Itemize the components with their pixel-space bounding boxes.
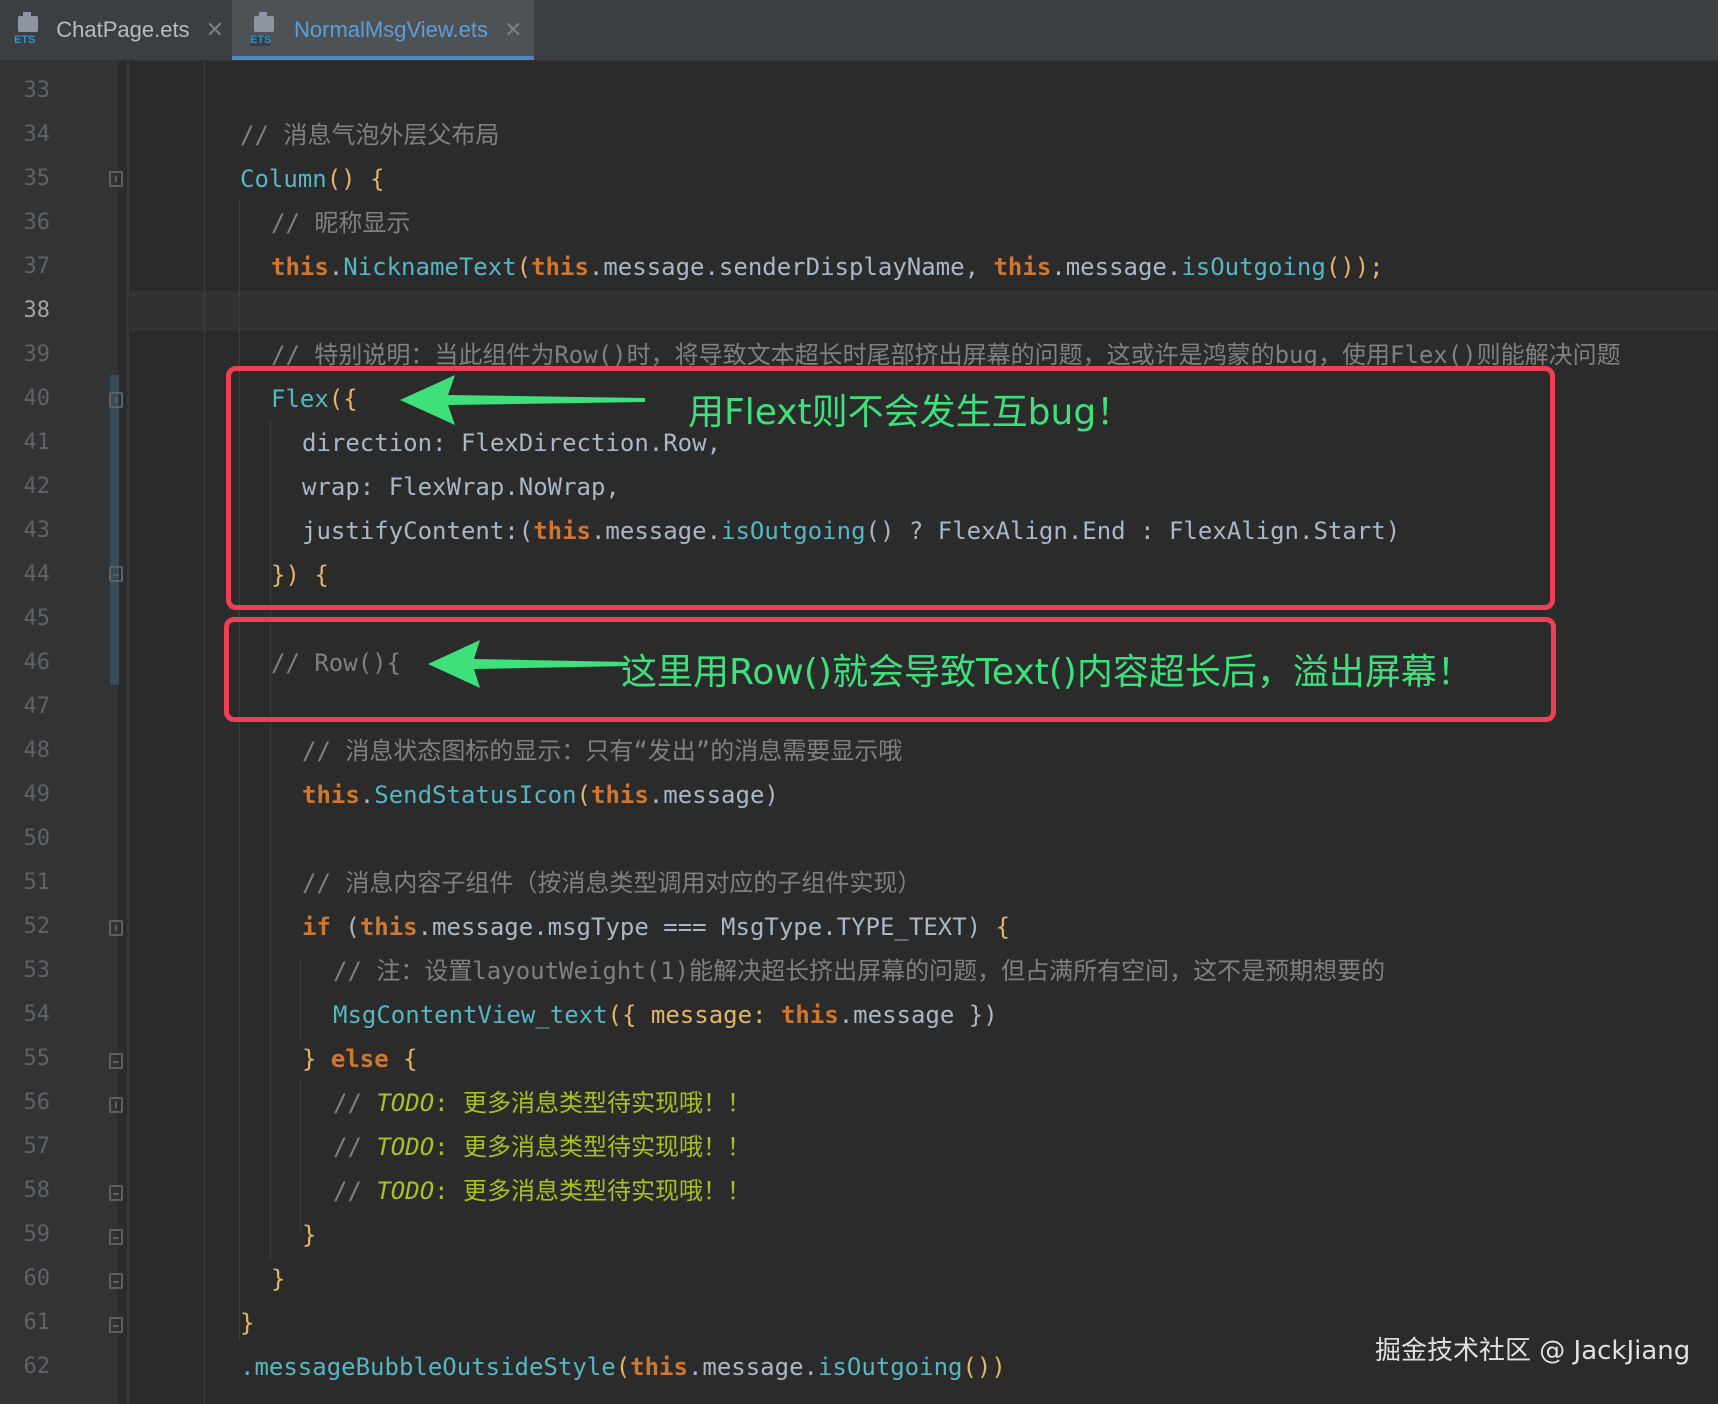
line-number[interactable]: 59 [0, 1215, 51, 1255]
line-number[interactable]: 54 [0, 995, 51, 1035]
tab-label: ChatPage.ets [56, 17, 190, 42]
line-number[interactable]: 43 [0, 511, 51, 551]
line-number[interactable]: 57 [0, 1127, 51, 1167]
close-icon[interactable]: ✕ [206, 17, 224, 43]
line-number[interactable]: 56 [0, 1083, 51, 1123]
vcs-change-marker[interactable] [110, 375, 119, 685]
code-line-36: // 昵称显示 [271, 209, 411, 237]
close-icon[interactable]: ✕ [504, 17, 522, 43]
code-line-55: } else { [302, 1045, 418, 1073]
line-number[interactable]: 34 [0, 115, 51, 155]
ets-file-icon: ETS [14, 12, 42, 46]
editor-tab-bar: ETS ChatPage.ets ✕ ETS NormalMsgView.ets… [0, 0, 1718, 61]
code-line-54: MsgContentView_text({ message: this.mess… [333, 1001, 998, 1029]
code-line-57: // TODO: 更多消息类型待实现哦！！ [333, 1133, 752, 1161]
code-line-49: this.SendStatusIcon(this.message) [302, 781, 779, 809]
code-line-60: } [271, 1265, 286, 1293]
code-line-52: if (this.message.msgType === MsgType.TYP… [302, 913, 1011, 941]
line-number[interactable]: 46 [0, 643, 51, 683]
indent-guide [204, 61, 205, 1404]
line-number[interactable]: 58 [0, 1171, 51, 1211]
line-number[interactable]: 42 [0, 467, 51, 507]
tab-label: NormalMsgView.ets [294, 17, 488, 42]
line-number[interactable]: 49 [0, 775, 51, 815]
fold-marker-icon[interactable] [109, 1229, 123, 1245]
fold-marker-icon[interactable] [109, 1185, 123, 1201]
code-line-35: Column() { [240, 165, 385, 193]
watermark: 掘金技术社区 @ JackJiang [1375, 1336, 1691, 1366]
line-number[interactable]: 41 [0, 423, 51, 463]
line-number[interactable]: 51 [0, 863, 51, 903]
code-line-48: // 消息状态图标的显示：只有“发出”的消息需要显示哦 [302, 737, 903, 765]
line-number[interactable]: 61 [0, 1303, 51, 1343]
line-number[interactable]: 38 [0, 291, 51, 331]
row-annotation: 这里用Row()就会导致Text()内容超长后，溢出屏幕！ [621, 652, 1473, 693]
tab-normalmsgview[interactable]: ETS NormalMsgView.ets ✕ [232, 0, 534, 60]
fold-marker-icon[interactable] [109, 171, 123, 187]
line-number[interactable]: 53 [0, 951, 51, 991]
line-number[interactable]: 39 [0, 335, 51, 375]
arrow-icon [400, 375, 645, 425]
tab-chatpage[interactable]: ETS ChatPage.ets ✕ [14, 0, 224, 60]
line-number[interactable]: 40 [0, 379, 51, 419]
current-line-highlight [130, 291, 1718, 331]
line-number[interactable]: 50 [0, 819, 51, 859]
code-line-34: // 消息气泡外层父布局 [240, 121, 500, 149]
line-number[interactable]: 55 [0, 1039, 51, 1079]
code-line-37: this.NicknameText(this.message.senderDis… [271, 253, 1384, 281]
line-number[interactable]: 36 [0, 203, 51, 243]
fold-marker-icon[interactable] [109, 1053, 123, 1069]
line-number[interactable]: 45 [0, 599, 51, 639]
fold-marker-icon[interactable] [109, 566, 123, 582]
flex-annotation: 用Flext则不会发生互bug！ [688, 392, 1133, 433]
code-line-61: } [240, 1309, 255, 1337]
fold-marker-icon[interactable] [109, 1097, 123, 1113]
gutter-separator [127, 61, 129, 1404]
ets-file-icon: ETS [250, 12, 280, 46]
line-number[interactable]: 35 [0, 159, 51, 199]
code-line-56: // TODO: 更多消息类型待实现哦！！ [333, 1089, 752, 1117]
arrow-icon [428, 640, 628, 688]
code-line-51: // 消息内容子组件（按消息类型调用对应的子组件实现） [302, 869, 922, 897]
line-number[interactable]: 52 [0, 907, 51, 947]
fold-marker-icon[interactable] [109, 1317, 123, 1333]
line-number[interactable]: 48 [0, 731, 51, 771]
line-number[interactable]: 33 [0, 71, 51, 111]
active-tab-indicator [232, 56, 534, 60]
indent-guide [300, 1080, 301, 1230]
line-number[interactable]: 60 [0, 1259, 51, 1299]
fold-marker-icon[interactable] [109, 920, 123, 936]
fold-marker-icon[interactable] [109, 1273, 123, 1289]
code-line-53: // 注：设置layoutWeight(1)能解决超长挤出屏幕的问题，但占满所有… [333, 957, 1386, 985]
code-line-58: // TODO: 更多消息类型待实现哦！！ [333, 1177, 752, 1205]
code-line-59: } [302, 1221, 317, 1249]
line-number[interactable]: 62 [0, 1347, 51, 1387]
fold-marker-icon[interactable] [109, 392, 123, 408]
indent-guide [300, 960, 301, 1040]
line-number[interactable]: 44 [0, 555, 51, 595]
code-line-62: .messageBubbleOutsideStyle(this.message.… [240, 1353, 1006, 1381]
line-number[interactable]: 47 [0, 687, 51, 727]
line-number[interactable]: 37 [0, 247, 51, 287]
